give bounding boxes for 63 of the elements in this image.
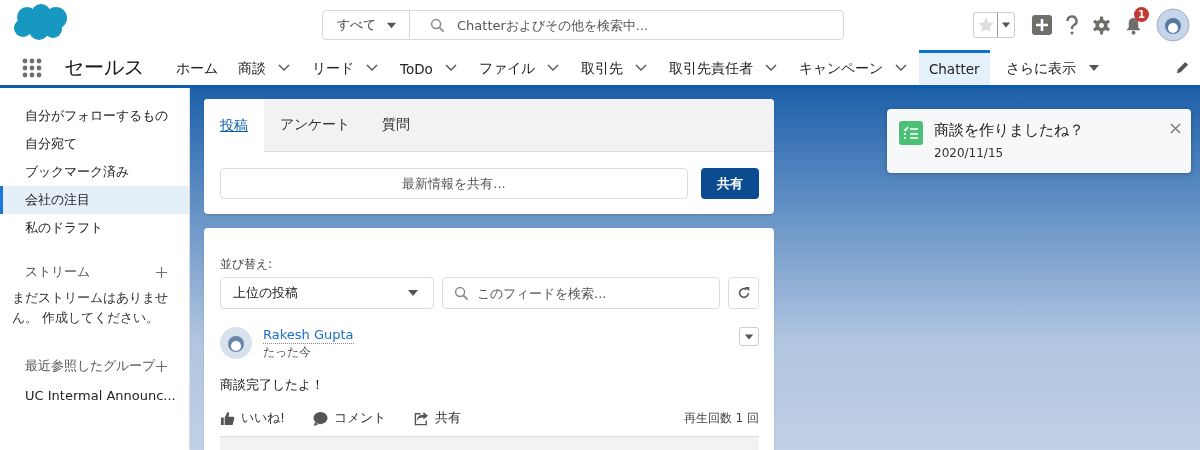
search-icon xyxy=(454,286,469,301)
action-button[interactable]: コメント xyxy=(313,410,386,427)
star-icon xyxy=(977,16,995,34)
sidebar-item[interactable]: 私のドラフト xyxy=(0,214,189,242)
speech-bubble-icon xyxy=(313,411,328,426)
post-text: 商談完了したよ！ xyxy=(220,376,325,394)
publisher-tab[interactable]: 質問 xyxy=(366,99,426,151)
share-input[interactable]: 最新情報を共有... xyxy=(220,168,688,199)
sidebar-item[interactable]: ブックマーク済み xyxy=(0,158,189,186)
group-link[interactable]: UC Intermal Announc... xyxy=(0,382,189,410)
sidebar-item[interactable]: 自分宛て xyxy=(0,130,189,158)
refresh-icon xyxy=(736,286,751,300)
feed-search-field[interactable]: このフィードを検索... xyxy=(442,277,720,309)
sidebar-item[interactable]: 自分がフォローするもの xyxy=(0,102,189,130)
share-button[interactable]: 共有 xyxy=(701,168,759,199)
refresh-button[interactable] xyxy=(728,277,759,309)
task-list-icon xyxy=(899,121,923,145)
section-title: 最近参照したグループ xyxy=(25,357,155,375)
search-field[interactable]: すべて Chatterおよびその他を検索中... xyxy=(322,10,844,40)
post-menu-button[interactable] xyxy=(739,327,759,346)
post-time: たった今 xyxy=(263,344,312,360)
sort-dropdown[interactable]: 上位の投稿 xyxy=(220,277,434,309)
toast-title: 商談を作りましたね？ xyxy=(934,121,1084,140)
empty-message: まだストリームはありません。 作成してください。 xyxy=(11,289,169,327)
section-title: ストリーム xyxy=(25,263,90,281)
nav-tab[interactable]: 商談 xyxy=(228,50,276,85)
help-icon[interactable] xyxy=(1065,15,1079,35)
close-icon[interactable] xyxy=(1170,123,1181,134)
plus-icon[interactable] xyxy=(1032,15,1052,35)
nav-tab[interactable]: ホーム xyxy=(166,50,228,85)
nav-tab[interactable]: Chatter xyxy=(918,50,990,85)
search-scope[interactable]: すべて xyxy=(337,16,376,34)
nav-tab[interactable]: 取引先責任者 xyxy=(658,50,763,85)
sort-label: 並び替え: xyxy=(220,256,274,273)
author-link[interactable]: Rakesh Gupta xyxy=(263,327,354,344)
publisher-tab[interactable]: 投稿 xyxy=(204,99,264,152)
plus-icon[interactable] xyxy=(156,360,167,372)
action-button[interactable]: 共有 xyxy=(414,410,461,427)
app-name: セールス xyxy=(64,54,144,81)
plus-icon[interactable] xyxy=(156,266,167,278)
avatar-icon[interactable] xyxy=(1156,8,1190,42)
favorites-button[interactable] xyxy=(973,12,1015,38)
sidebar-item[interactable]: 会社の注目 xyxy=(0,186,189,214)
user-avatar-icon[interactable] xyxy=(220,327,252,359)
settings-icon[interactable] xyxy=(1092,15,1111,35)
view-count: 再生回数 1 回 xyxy=(683,410,759,427)
caret-icon xyxy=(1001,20,1011,30)
nav-tab[interactable]: リード xyxy=(302,50,364,85)
nav-tab[interactable]: ToDo xyxy=(390,50,443,85)
share-icon xyxy=(414,411,429,426)
action-button[interactable]: いいね! xyxy=(220,410,285,427)
toast-date: 2020/11/15 xyxy=(934,146,1005,160)
search-icon xyxy=(430,17,445,33)
cloud-logo[interactable] xyxy=(13,3,69,41)
app-launcher-icon[interactable] xyxy=(22,57,42,78)
nav-tab[interactable]: ファイル xyxy=(468,50,545,85)
nav-tab[interactable]: 取引先 xyxy=(570,50,633,85)
more-tab[interactable]: さらに表示 xyxy=(995,50,1086,85)
publisher-tab[interactable]: アンケート xyxy=(264,99,366,151)
pencil-icon[interactable] xyxy=(1175,60,1190,75)
notification-badge: 1 xyxy=(1134,6,1149,22)
nav-tab[interactable]: キャンペーン xyxy=(788,50,893,85)
like-icon xyxy=(220,411,235,426)
